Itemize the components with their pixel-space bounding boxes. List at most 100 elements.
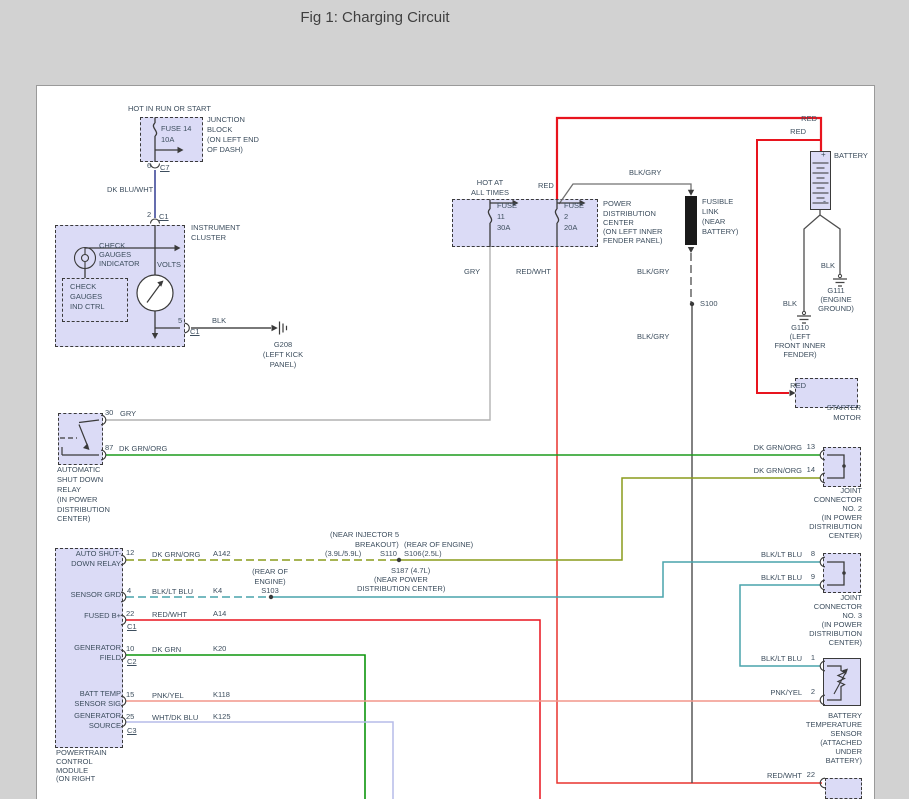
diagram-label-66: STARTER: [827, 404, 861, 413]
diagram-label-25: (LEFT KICK: [263, 351, 303, 360]
diagram-label-69: GRY: [120, 410, 136, 419]
diagram-label-72: AUTOMATIC: [57, 466, 100, 475]
joint-connector-2: [823, 447, 861, 487]
diagram-label-7: 6: [147, 162, 151, 171]
diagram-label-107: BATTERY): [826, 757, 862, 766]
diagram-label-47: BATTERY): [702, 228, 738, 237]
diagram-label-156: RED/WHT: [767, 772, 802, 781]
diagram-label-155: (ON RIGHT: [56, 775, 95, 784]
diagram-label-139: DK GRN: [152, 646, 181, 655]
diagram-label-20: VOLTS: [157, 261, 181, 270]
diagram-label-64: FENDER): [783, 351, 816, 360]
diagram-label-130: FUSED B+: [84, 612, 121, 621]
diagram-label-46: (NEAR: [702, 218, 725, 227]
diagram-label-77: CENTER): [57, 515, 90, 524]
diagram-label-19: IND CTRL: [70, 303, 105, 312]
diagram-label-67: MOTOR: [833, 414, 861, 423]
diagram-label-11: C1: [159, 213, 169, 222]
diagram-label-49: S100: [700, 300, 718, 309]
diagram-label-146: GENERATOR: [74, 712, 121, 721]
diagram-label-43: BLK/GRY: [629, 169, 661, 178]
diagram-label-135: GENERATOR: [74, 644, 121, 653]
diagram-label-31: 11: [497, 213, 505, 222]
diagram-label-131: 22: [126, 610, 134, 619]
diagram-label-8: C7: [160, 164, 170, 173]
diagram-label-73: SHUT DOWN: [57, 476, 103, 485]
diagram-label-157: 22: [807, 771, 815, 780]
diagram-label-71: DK GRN/ORG: [119, 445, 167, 454]
diagram-label-123: K4: [213, 587, 222, 596]
diagram-label-137: 10: [126, 645, 134, 654]
diagram-label-88: BLK/LT BLU: [761, 551, 802, 560]
generator-connector: [825, 778, 862, 799]
diagram-label-1: FUSE 14: [161, 125, 191, 134]
diagram-label-124: (REAR OF: [252, 568, 288, 577]
diagram-label-35: 20A: [564, 224, 577, 233]
diagram-label-56: BLK: [821, 262, 835, 271]
asd-relay: [58, 413, 103, 465]
diagram-label-40: FENDER PANEL): [603, 237, 662, 246]
diagram-label-9: DK BLU/WHT: [107, 186, 153, 195]
diagram-label-100: PNK/YEL: [770, 689, 802, 698]
diagram-label-121: 4: [127, 587, 131, 596]
diagram-label-6: OF DASH): [207, 146, 243, 155]
diagram-label-79: 13: [807, 443, 815, 452]
diagram-label-0: HOT IN RUN OR START: [128, 105, 211, 114]
diagram-label-18: GAUGES: [70, 293, 102, 302]
diagram-label-29: RED: [538, 182, 554, 191]
diagram-label-41: GRY: [464, 268, 480, 277]
diagram-label-87: CENTER): [829, 532, 862, 541]
diagram-label-136: FIELD: [100, 654, 121, 663]
diagram-label-81: 14: [807, 466, 815, 475]
diagram-label-17: CHECK: [70, 283, 96, 292]
diagram-label-148: 25: [126, 713, 134, 722]
diagram-label-108: AUTO SHUT-: [76, 550, 121, 559]
diagram-label-68: 30: [105, 409, 113, 418]
diagram-label-98: BLK/LT BLU: [761, 655, 802, 664]
diagram-label-120: SENSOR GRD: [71, 591, 121, 600]
diagram-label-48: BLK/GRY: [637, 268, 669, 277]
diagram-label-117: S110: [380, 550, 397, 559]
diagram-label-147: SOURCE: [89, 722, 121, 731]
diagram-label-12: INSTRUMENT: [191, 224, 240, 233]
diagram-label-138: C2: [127, 658, 137, 667]
diagram-label-122: BLK/LT BLU: [152, 588, 193, 597]
diagram-label-74: RELAY: [57, 486, 81, 495]
diagram-label-140: K20: [213, 645, 226, 654]
diagram-label-60: BLK: [783, 300, 797, 309]
diagram-label-75: (IN POWER: [57, 496, 97, 505]
diagram-label-110: 12: [126, 549, 134, 558]
diagram-label-51: RED: [801, 115, 817, 124]
battery-temp-sensor: [823, 658, 861, 706]
diagram-label-65: RED: [790, 382, 806, 391]
diagram-label-144: PNK/YEL: [152, 692, 184, 701]
battery: [810, 151, 831, 210]
diagram-label-116: (3.9L/5.9L): [325, 550, 361, 559]
diagram-label-13: CLUSTER: [191, 234, 226, 243]
diagram-label-99: 1: [811, 654, 815, 663]
diagram-label-55: -: [823, 196, 826, 206]
diagram-label-52: RED: [790, 128, 806, 137]
diagram-label-54: +: [821, 150, 826, 159]
diagram-label-59: GROUND): [818, 305, 854, 314]
diagram-label-28: ALL TIMES: [471, 189, 509, 198]
diagram-label-151: K125: [213, 713, 231, 722]
diagram-label-126: S103: [261, 587, 279, 596]
diagram-label-50: BLK/GRY: [637, 333, 669, 342]
diagram-label-109: DOWN RELAY: [71, 560, 121, 569]
diagram-label-45: LINK: [702, 208, 719, 217]
diagram-label-113: (NEAR INJECTOR 5: [330, 531, 399, 540]
diagram-label-22: C1: [190, 328, 200, 337]
diagram-label-118: S106: [404, 550, 422, 559]
diagram-label-149: C3: [127, 727, 137, 736]
diagram-label-80: DK GRN/ORG: [754, 467, 802, 476]
diagram-label-132: C1: [127, 623, 137, 632]
diagram-label-142: SENSOR SIG: [74, 700, 121, 709]
diagram-label-145: K118: [213, 691, 230, 700]
diagram-label-112: A142: [213, 550, 231, 559]
diagram-label-141: BATT TEMP: [80, 690, 121, 699]
diagram-label-97: CENTER): [829, 639, 862, 648]
diagram-label-78: DK GRN/ORG: [754, 444, 802, 453]
diagram-label-27: HOT AT: [477, 179, 503, 188]
diagram-label-143: 15: [126, 691, 134, 700]
